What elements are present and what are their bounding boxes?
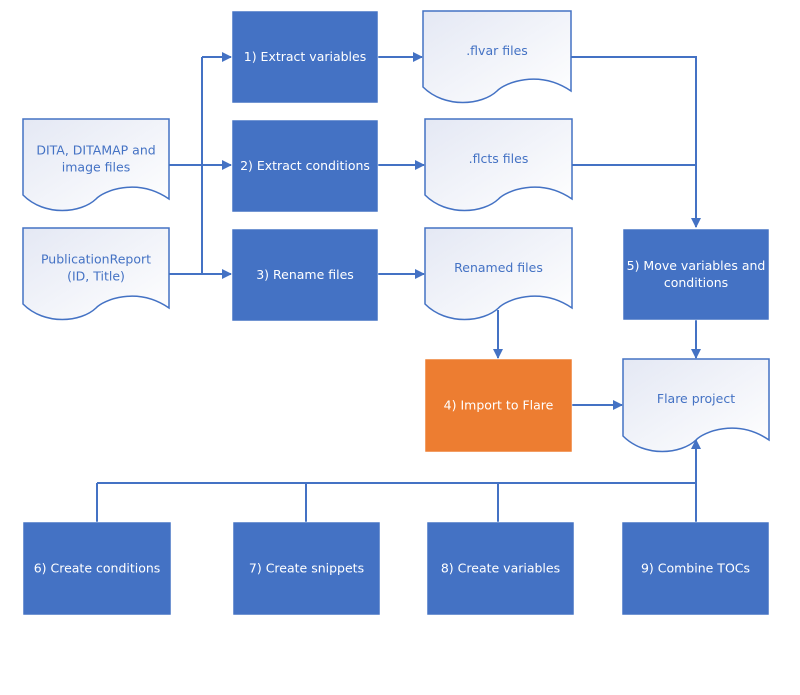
node-input-report: PublicationReport (ID, Title)	[22, 227, 170, 321]
node-step6: 6) Create conditions	[22, 521, 172, 616]
node-step8: 8) Create variables	[426, 521, 575, 616]
node-label: DITA, DITAMAP and	[36, 143, 155, 158]
node-step9: 9) Combine TOCs	[621, 521, 770, 616]
node-label: 2) Extract conditions	[240, 158, 370, 173]
node-label: image files	[62, 160, 130, 175]
node-label: Renamed files	[454, 260, 543, 275]
node-label: 9) Combine TOCs	[641, 561, 750, 576]
node-step5: 5) Move variables and conditions	[622, 228, 770, 321]
node-step2: 2) Extract conditions	[231, 119, 379, 213]
node-label: 3) Rename files	[256, 267, 354, 282]
node-label: 8) Create variables	[441, 561, 560, 576]
node-label: .flcts files	[469, 151, 529, 166]
connector-flvar-to-step5	[571, 56, 701, 228]
node-label: 7) Create snippets	[249, 561, 364, 576]
node-label: 1) Extract variables	[244, 49, 367, 64]
node-flare-project: Flare project	[622, 358, 770, 453]
flowchart-canvas: DITA, DITAMAP and image files PublicationR…	[22, 10, 770, 616]
node-label: (ID, Title)	[67, 269, 125, 284]
node-label: Flare project	[657, 391, 735, 406]
node-flvar: .flvar files	[422, 10, 572, 104]
node-label: 6) Create conditions	[34, 561, 161, 576]
node-label: conditions	[664, 275, 728, 290]
node-label: 4) Import to Flare	[444, 398, 554, 413]
node-step4: 4) Import to Flare	[424, 358, 573, 453]
node-step1: 1) Extract variables	[231, 10, 379, 104]
node-step3: 3) Rename files	[231, 228, 379, 322]
node-label: PublicationReport	[41, 252, 151, 267]
node-flcts: .flcts files	[424, 118, 573, 212]
node-step7: 7) Create snippets	[232, 521, 381, 616]
node-input-dita: DITA, DITAMAP and image files	[22, 118, 170, 212]
node-label: .flvar files	[466, 43, 528, 58]
node-label: 5) Move variables and	[627, 258, 766, 273]
node-renamed: Renamed files	[424, 227, 573, 321]
